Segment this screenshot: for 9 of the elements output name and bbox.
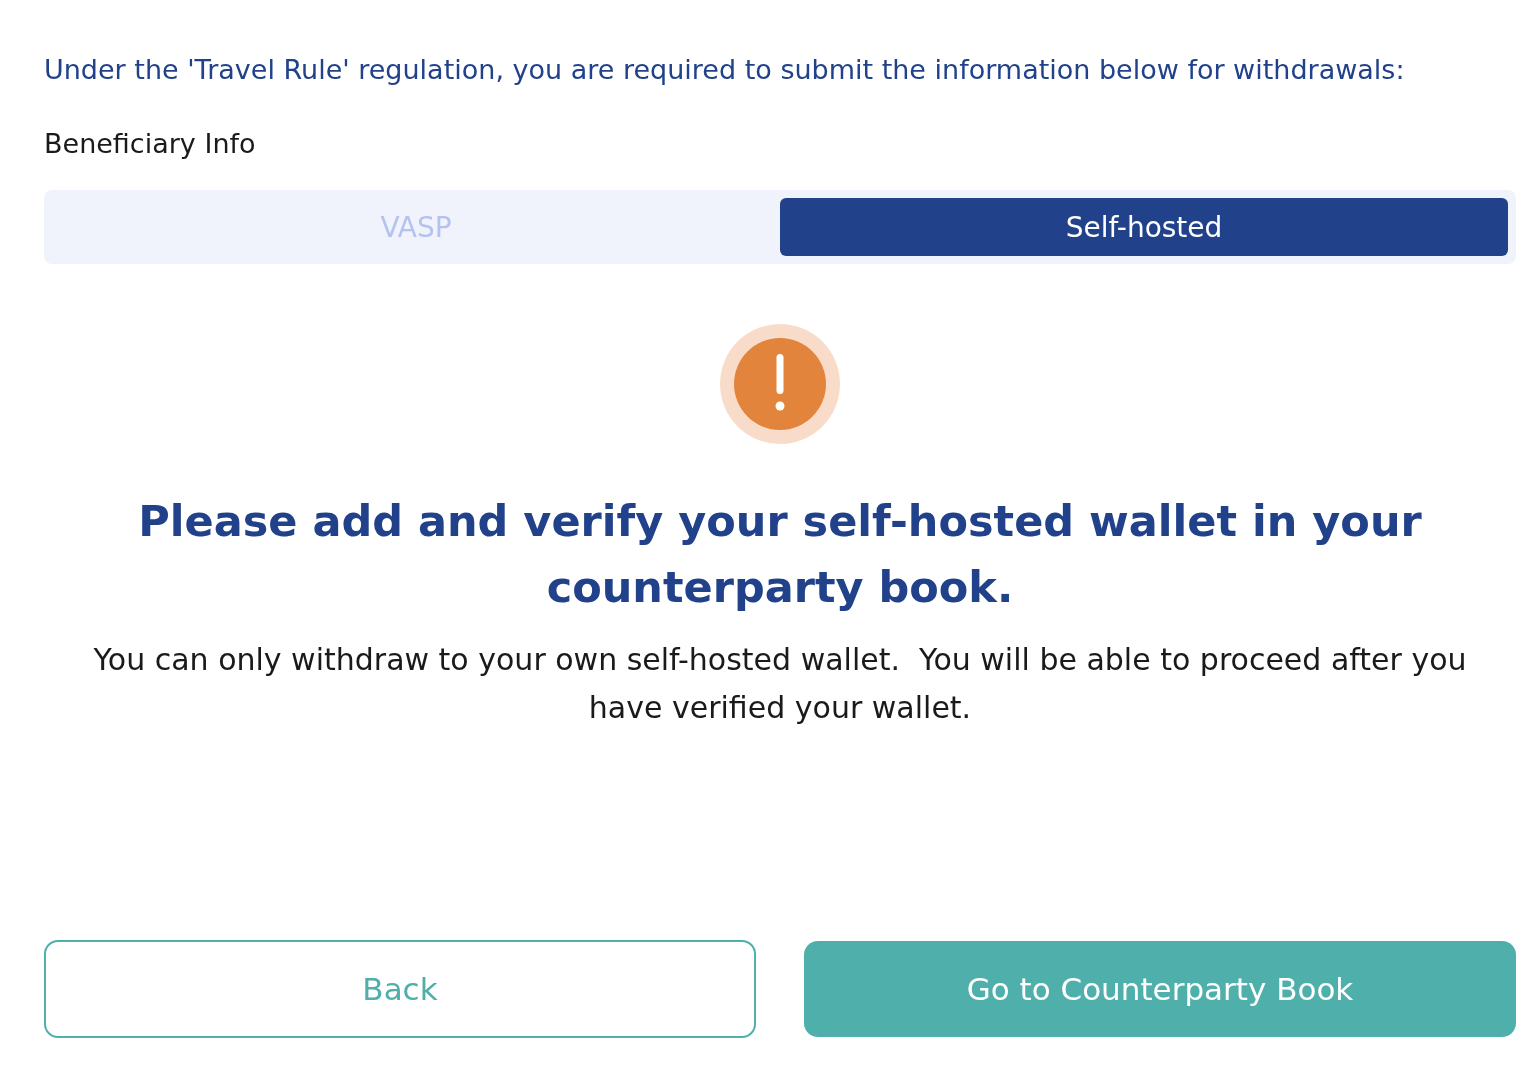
tab[interactable]: Self-hosted xyxy=(780,198,1508,256)
message-heading: Please add and verify your self-hosted wallet in your counterparty book. xyxy=(137,495,1423,614)
regulation-notice: Under the 'Travel Rule' regulation, you are required to submit the information below for withdrawals: xyxy=(44,53,1405,87)
counterparty-book-button[interactable]: Go to Counterparty Book xyxy=(804,941,1516,1037)
section-label: Beneficiary Info xyxy=(44,127,256,161)
back-button[interactable]: Back xyxy=(44,940,756,1038)
warning-icon xyxy=(720,324,840,444)
message-body: You can only withdraw to your own self-hosted wallet. You will be able to proceed after you have verified your wallet. xyxy=(92,641,1468,727)
tab[interactable]: VASP xyxy=(52,198,780,256)
